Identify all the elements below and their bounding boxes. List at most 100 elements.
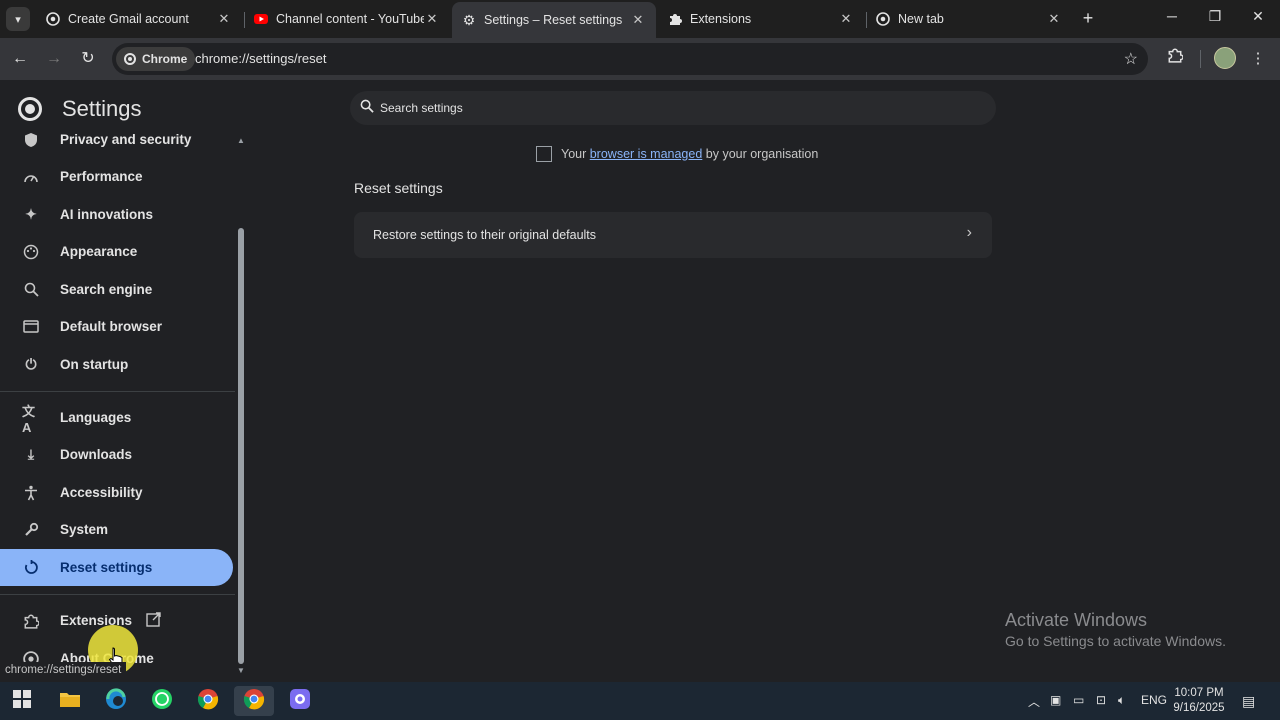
close-icon[interactable]: ✕ [424, 11, 440, 27]
taskbar-clock[interactable]: 10:07 PM 9/16/2025 [1170, 686, 1228, 716]
search-settings-input[interactable]: Search settings [350, 91, 996, 125]
tab-youtube[interactable]: Channel content - YouTube S ✕ [244, 4, 450, 34]
arrow-right-icon: → [46, 50, 62, 67]
site-info-chip[interactable]: Chrome [116, 47, 196, 71]
network-icon[interactable]: ⊡ [1096, 693, 1106, 707]
scroll-up-arrow-icon[interactable]: ▲ [237, 136, 245, 145]
profile-avatar[interactable] [1214, 47, 1236, 69]
menu-button[interactable]: ⋮ [1246, 47, 1270, 71]
sidebar-item-downloads[interactable]: ⤓ Downloads [0, 436, 233, 473]
close-icon[interactable]: ✕ [216, 11, 232, 27]
download-icon: ⤓ [27, 446, 35, 462]
settings-sidebar: Settings Privacy and security Performanc… [0, 80, 248, 682]
sidebar-item-ai-innovations[interactable]: ✦ AI innovations [0, 196, 233, 233]
sidebar-item-label: Performance [60, 169, 143, 184]
folder-icon [59, 690, 81, 713]
restore-defaults-label: Restore settings to their original defau… [373, 228, 597, 242]
start-button[interactable] [2, 686, 42, 716]
chrome-logo-icon [18, 97, 42, 121]
forward-button[interactable]: → [42, 47, 66, 71]
reload-button[interactable]: ↻ [76, 47, 100, 71]
taskbar-chrome[interactable] [188, 686, 228, 716]
sidebar-divider [0, 391, 235, 392]
palette-icon [22, 243, 40, 261]
tab-settings-reset[interactable]: ⚙ Settings – Reset settings ✕ [452, 2, 656, 38]
tab-new-tab[interactable]: New tab ✕ [866, 4, 1072, 34]
bookmark-star-icon[interactable]: ☆ [1124, 49, 1138, 69]
tab-extensions[interactable]: Extensions ✕ [658, 4, 864, 34]
gear-icon: ⚙ [462, 11, 476, 28]
sidebar-item-default-browser[interactable]: Default browser [0, 308, 233, 345]
managed-prefix: Your [561, 147, 590, 161]
taskbar-recorder[interactable] [280, 686, 320, 716]
speedometer-icon [22, 168, 40, 186]
shield-icon [22, 131, 40, 149]
tab-label: Channel content - YouTube S [276, 12, 424, 26]
section-title: Reset settings [354, 180, 443, 196]
restore-button[interactable]: ❐ [1203, 8, 1227, 30]
volume-icon[interactable]: 🔈︎ [1118, 693, 1125, 708]
sidebar-item-reset-settings[interactable]: Reset settings [0, 549, 233, 586]
tab-search-button[interactable]: ▾ [6, 7, 30, 31]
managed-notice: Your browser is managed by your organisa… [536, 146, 818, 162]
sidebar-item-accessibility[interactable]: Accessibility [0, 474, 233, 511]
sidebar-item-on-startup[interactable]: ⏻ On startup [0, 346, 233, 383]
tab-label: Create Gmail account [68, 12, 189, 26]
sidebar-item-languages[interactable]: 文A Languages [0, 399, 233, 436]
activate-windows-watermark: Activate Windows Go to Settings to activ… [1005, 610, 1226, 649]
close-icon[interactable]: ✕ [838, 11, 854, 27]
chevron-right-icon: › [966, 224, 972, 241]
restore-defaults-row[interactable]: Restore settings to their original defau… [354, 212, 992, 258]
close-icon[interactable]: ✕ [630, 12, 646, 28]
sidebar-item-privacy[interactable]: Privacy and security [0, 121, 233, 158]
page-title: Settings [62, 96, 142, 121]
translate-icon: 文A [22, 403, 36, 435]
new-tab-button[interactable]: + [1078, 8, 1098, 28]
wrench-icon [22, 521, 40, 539]
minimize-button[interactable]: ─ [1160, 8, 1184, 30]
tab-create-gmail[interactable]: Create Gmail account ✕ [36, 4, 242, 34]
taskbar-file-explorer[interactable] [50, 686, 90, 716]
reset-icon [22, 559, 40, 577]
sidebar-item-system[interactable]: System [0, 511, 233, 548]
taskbar-whatsapp[interactable] [142, 686, 182, 716]
address-bar[interactable]: Chrome chrome://settings/reset ☆ [112, 43, 1148, 75]
close-window-button[interactable]: ✕ [1246, 8, 1270, 30]
plus-icon: + [1082, 8, 1094, 28]
sidebar-item-label: Search engine [60, 282, 153, 297]
security-tray-icon[interactable]: ▣ [1050, 693, 1061, 707]
sidebar-item-appearance[interactable]: Appearance [0, 233, 233, 270]
chrome-icon [46, 12, 60, 26]
close-icon[interactable]: ✕ [1046, 11, 1062, 27]
sidebar-item-label: Languages [60, 410, 132, 425]
minimize-icon: ─ [1167, 8, 1177, 24]
notification-icon[interactable]: ▤ [1242, 693, 1255, 710]
accessibility-icon [22, 484, 40, 502]
taskbar-edge[interactable] [96, 686, 136, 716]
status-bar-url: chrome://settings/reset [0, 662, 127, 682]
sidebar-item-label: Downloads [60, 447, 133, 462]
arrow-left-icon: ← [12, 50, 28, 67]
search-icon [360, 99, 374, 113]
chrome-color-icon [197, 688, 219, 715]
puzzle-icon [22, 612, 40, 630]
sidebar-item-search-engine[interactable]: Search engine [0, 271, 233, 308]
watermark-line2: Go to Settings to activate Windows. [1005, 633, 1226, 649]
restore-icon: ❐ [1208, 8, 1222, 24]
managed-suffix: by your organisation [702, 147, 819, 161]
managed-link[interactable]: browser is managed [590, 147, 703, 161]
scroll-down-arrow-icon[interactable]: ▼ [237, 666, 245, 675]
browser-window-icon [22, 318, 40, 336]
chevron-up-icon[interactable]: ︿ [1028, 693, 1040, 710]
sidebar-item-label: Accessibility [60, 485, 143, 500]
taskbar-chrome-active[interactable] [234, 686, 274, 716]
sidebar-scrollbar[interactable] [238, 228, 244, 664]
back-button[interactable]: ← [8, 47, 32, 71]
watermark-line1: Activate Windows [1005, 610, 1148, 630]
extensions-button[interactable] [1163, 47, 1187, 71]
language-indicator[interactable]: ENG [1141, 693, 1167, 707]
battery-icon[interactable]: ▭ [1073, 693, 1084, 707]
sidebar-item-performance[interactable]: Performance [0, 158, 233, 195]
more-vert-icon: ⋮ [1250, 50, 1266, 67]
url-text[interactable]: chrome://settings/reset [195, 51, 327, 66]
